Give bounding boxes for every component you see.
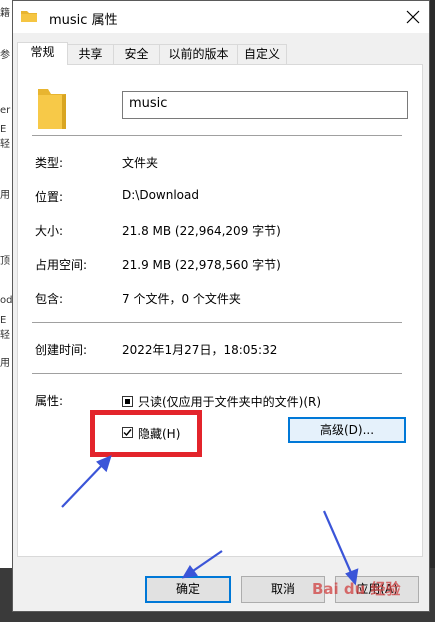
created-label: 创建时间: (35, 343, 88, 357)
folder-name-input[interactable]: music (122, 91, 408, 119)
general-panel: music 类型: 文件夹 位置: D:\Download 大小: 21.8 M… (17, 64, 423, 557)
separator (32, 373, 402, 374)
attributes-label: 属性: (35, 394, 64, 408)
readonly-label[interactable]: 只读(仅应用于文件夹中的文件)(R) (138, 393, 321, 410)
folder-icon (38, 89, 66, 129)
background-text: 用 (0, 190, 10, 201)
background-text: od (0, 295, 13, 306)
location-label: 位置: (35, 190, 64, 204)
tab-previous-versions[interactable]: 以前的版本 (159, 44, 238, 64)
tab-sharing[interactable]: 共享 (67, 44, 114, 64)
separator (32, 135, 402, 136)
size-value: 21.8 MB (22,964,209 字节) (122, 224, 281, 238)
window-title: music 属性 (49, 13, 118, 28)
background-text: 顶 (0, 256, 10, 267)
size-on-disk-label: 占用空间: (35, 258, 88, 272)
folder-icon (21, 11, 37, 22)
tab-general[interactable]: 常规 (17, 42, 68, 65)
title-bar[interactable]: music 属性 (13, 1, 429, 33)
close-button[interactable] (399, 3, 427, 31)
properties-dialog: music 属性 常规 共享 安全 以前的版本 自定义 music 类型: 文件… (12, 0, 430, 612)
hidden-checkbox[interactable] (122, 427, 133, 438)
advanced-button[interactable]: 高级(D)... (288, 417, 406, 443)
separator (32, 322, 402, 323)
tab-customize[interactable]: 自定义 (237, 44, 287, 64)
type-label: 类型: (35, 156, 64, 170)
background-text: 参 (0, 50, 10, 61)
cancel-button[interactable]: 取消 (241, 576, 325, 603)
size-on-disk-value: 21.9 MB (22,978,560 字节) (122, 258, 281, 272)
checkmark-icon (123, 429, 132, 437)
tab-security[interactable]: 安全 (113, 44, 160, 64)
type-value: 文件夹 (122, 156, 159, 170)
size-label: 大小: (35, 224, 64, 238)
contains-value: 7 个文件，0 个文件夹 (122, 292, 241, 306)
background-text: 籍 (0, 8, 10, 19)
apply-button[interactable]: 应用(A) (335, 576, 419, 603)
hidden-label[interactable]: 隐藏(H) (138, 425, 180, 442)
ok-button[interactable]: 确定 (145, 576, 231, 603)
background-text: er (0, 105, 11, 116)
contains-label: 包含: (35, 292, 64, 306)
background-text: 用 (0, 358, 10, 369)
location-value: D:\Download (122, 188, 199, 202)
created-value: 2022年1月27日，18:05:32 (122, 343, 278, 357)
close-icon (406, 10, 420, 24)
readonly-checkbox[interactable] (122, 396, 133, 407)
